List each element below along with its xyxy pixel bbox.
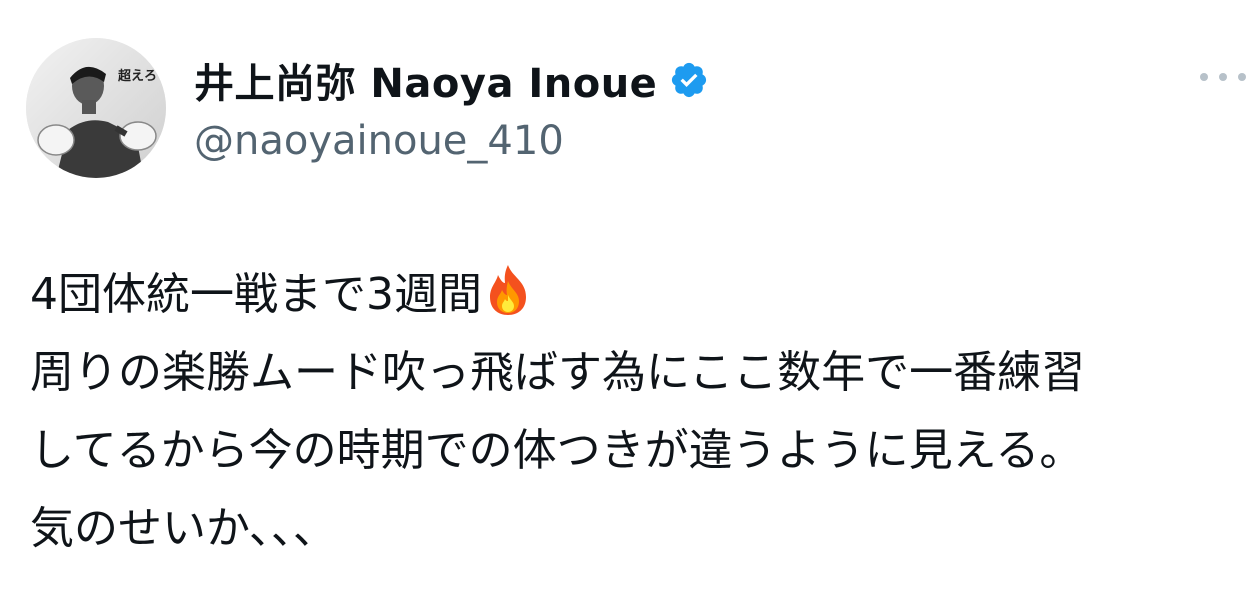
menu-dot: [1238, 73, 1246, 81]
tweet-line-1-text: 4団体統一戦まで3週間: [30, 269, 482, 320]
fire-emoji-icon: [486, 263, 530, 342]
verified-badge-icon: [669, 60, 709, 100]
avatar-text: 超えろ: [118, 68, 157, 84]
tweet-header: 井上尚弥 Naoya Inoue @naoyainoue_410: [194, 50, 709, 164]
display-name[interactable]: 井上尚弥 Naoya Inoue: [194, 51, 657, 109]
tweet-line-4: 気のせいか､､､: [30, 503, 316, 554]
menu-dot: [1200, 73, 1208, 81]
boxer-avatar-image: 超えろ: [26, 38, 166, 178]
handle[interactable]: @naoyainoue_410: [194, 118, 709, 164]
name-row: 井上尚弥 Naoya Inoue: [194, 50, 709, 110]
avatar[interactable]: 超えろ: [26, 38, 166, 178]
more-options-icon[interactable]: [1200, 62, 1246, 92]
menu-dot: [1219, 73, 1227, 81]
tweet-text: 4団体統一戦まで3週間 周りの楽勝ムード吹っ飛ばす為にここ数年で一番練習 してる…: [30, 256, 1245, 568]
tweet-line-2: 周りの楽勝ムード吹っ飛ばす為にここ数年で一番練習: [30, 347, 1086, 398]
tweet-line-1: 4団体統一戦まで3週間: [30, 256, 1245, 334]
tweet-line-3: してるから今の時期での体つきが違うように見える。: [30, 425, 1084, 476]
